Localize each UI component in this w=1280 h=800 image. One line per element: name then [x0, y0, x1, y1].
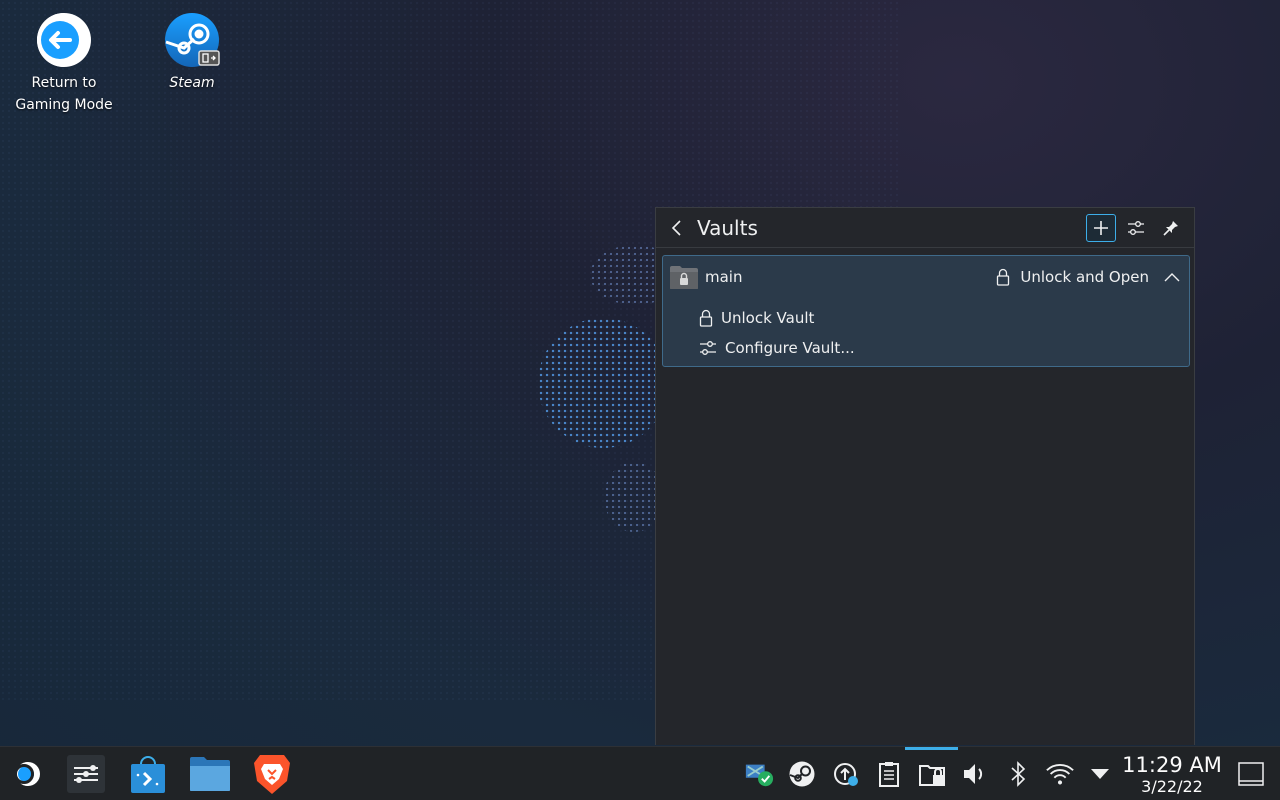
- clock-time: 11:29 AM: [1122, 753, 1222, 777]
- show-desktop-button[interactable]: [1234, 757, 1268, 791]
- file-manager-icon[interactable]: [188, 752, 232, 796]
- steamos-icon[interactable]: [6, 752, 50, 796]
- panel-title: Vaults: [697, 215, 758, 240]
- collapse-button[interactable]: [1161, 266, 1183, 288]
- steam-icon: [164, 12, 220, 68]
- taskbar: 11:29 AM 3/22/22: [0, 746, 1280, 800]
- configure-vault-label: Configure Vault...: [725, 339, 855, 357]
- desktop-icon-label: Return to: [31, 75, 97, 91]
- vault-name: main: [705, 268, 743, 286]
- clock[interactable]: 11:29 AM 3/22/22: [1122, 753, 1222, 796]
- vault-tray-icon[interactable]: [917, 759, 947, 789]
- desktop-icon-return-to-gaming-mode[interactable]: Return to Gaming Mode: [4, 12, 124, 116]
- locked-folder-icon: [669, 264, 698, 290]
- configure-vault-action[interactable]: Configure Vault...: [699, 335, 855, 361]
- clock-date: 3/22/22: [1141, 777, 1203, 796]
- unlock-vault-action[interactable]: Unlock Vault: [699, 305, 814, 331]
- vault-row: main Unlock and Open: [663, 256, 1189, 298]
- wallpaper-dot-cluster: [538, 318, 668, 448]
- brave-browser-icon[interactable]: [250, 752, 294, 796]
- system-settings-icon[interactable]: [64, 752, 108, 796]
- vaults-popup: Vaults main Unlock and Open Unlock Vault…: [655, 207, 1195, 745]
- pin-button[interactable]: [1156, 214, 1186, 242]
- desktop-icon-steam[interactable]: Steam: [132, 12, 252, 94]
- pin-icon: [1163, 220, 1178, 236]
- bluetooth-icon[interactable]: [1003, 759, 1033, 789]
- add-vault-button[interactable]: [1086, 213, 1116, 242]
- active-tray-indicator: [905, 747, 958, 750]
- configure-button[interactable]: [1121, 214, 1151, 242]
- chevron-up-icon: [1164, 273, 1180, 282]
- desktop-icon-label: Steam: [169, 75, 215, 91]
- unlock-and-open-label: Unlock and Open: [1020, 268, 1149, 286]
- add-icon: [1094, 220, 1108, 235]
- lock-icon: [997, 268, 1010, 286]
- update-status-icon[interactable]: [744, 759, 774, 789]
- vaults-header: Vaults: [656, 208, 1194, 248]
- vault-item-main[interactable]: main Unlock and Open Unlock Vault Config…: [662, 255, 1190, 367]
- steam-tray-icon[interactable]: [787, 759, 817, 789]
- wifi-icon[interactable]: [1045, 759, 1075, 789]
- tray-expand-icon[interactable]: [1085, 759, 1115, 789]
- lock-icon: [699, 309, 713, 327]
- show-desktop-icon: [1238, 762, 1264, 786]
- unlock-and-open-button[interactable]: Unlock and Open: [996, 268, 1149, 286]
- unlock-vault-label: Unlock Vault: [721, 309, 815, 327]
- software-updates-icon[interactable]: [831, 759, 861, 789]
- desktop-icon-label: Gaming Mode: [15, 97, 113, 113]
- clipboard-icon[interactable]: [874, 759, 904, 789]
- volume-icon[interactable]: [960, 759, 990, 789]
- chevron-left-icon: [671, 219, 681, 236]
- back-button[interactable]: [666, 217, 688, 239]
- return-arrow-icon: [36, 12, 92, 68]
- configure-icon: [1128, 220, 1144, 235]
- configure-icon: [700, 341, 716, 355]
- discover-store-icon[interactable]: [126, 752, 170, 796]
